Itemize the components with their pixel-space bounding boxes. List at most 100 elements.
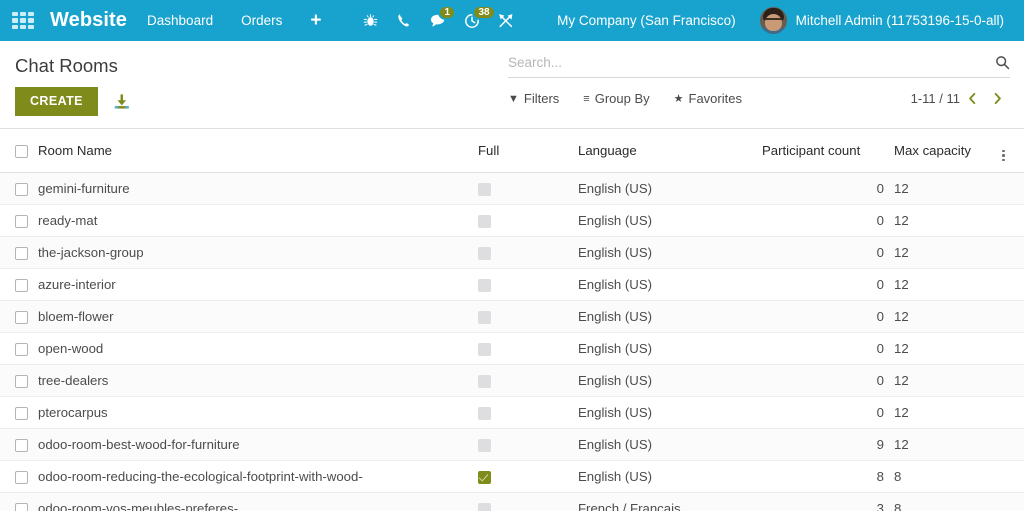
cell-room-name[interactable]: bloem-flower	[38, 301, 478, 333]
full-indicator	[478, 471, 491, 484]
cell-participant-count: 0	[762, 269, 884, 301]
row-checkbox[interactable]	[15, 247, 28, 260]
chevron-left-icon[interactable]	[960, 91, 985, 106]
search-icon[interactable]	[989, 55, 1010, 70]
cell-language: English (US)	[578, 365, 762, 397]
user-menu[interactable]: Mitchell Admin (11753196-15-0-all)	[752, 7, 1010, 34]
cell-max-capacity: 12	[884, 173, 1002, 205]
cell-participant-count: 0	[762, 397, 884, 429]
row-checkbox[interactable]	[15, 407, 28, 420]
import-records-icon[interactable]	[112, 93, 131, 111]
cell-max-capacity: 8	[884, 493, 1002, 511]
column-header-full[interactable]: Full	[478, 129, 578, 173]
cell-spacer	[1002, 269, 1024, 301]
cell-room-name[interactable]: pterocarpus	[38, 397, 478, 429]
cell-language: French / Français	[578, 493, 762, 511]
cell-room-name[interactable]: azure-interior	[38, 269, 478, 301]
cell-full	[478, 237, 578, 269]
cell-room-name[interactable]: open-wood	[38, 333, 478, 365]
row-checkbox[interactable]	[15, 215, 28, 228]
group-by-dropdown[interactable]: ≡ Group By	[583, 91, 649, 106]
filters-dropdown[interactable]: ▼ Filters	[508, 91, 559, 106]
cell-spacer	[1002, 365, 1024, 397]
optional-columns-toggle[interactable]	[1002, 129, 1024, 173]
row-checkbox[interactable]	[15, 183, 28, 196]
cell-participant-count: 9	[762, 429, 884, 461]
cell-room-name[interactable]: odoo-room-vos-meubles-preferes-	[38, 493, 478, 511]
row-checkbox[interactable]	[15, 503, 28, 511]
table-row[interactable]: bloem-flowerEnglish (US)012	[0, 301, 1024, 333]
cell-room-name[interactable]: gemini-furniture	[38, 173, 478, 205]
table-row[interactable]: azure-interiorEnglish (US)012	[0, 269, 1024, 301]
phone-icon[interactable]	[387, 0, 421, 41]
cell-room-name[interactable]: ready-mat	[38, 205, 478, 237]
chevron-right-icon[interactable]	[985, 91, 1010, 106]
activities-clock-icon[interactable]: 38	[455, 0, 489, 41]
row-checkbox[interactable]	[15, 471, 28, 484]
column-header-language[interactable]: Language	[578, 129, 762, 173]
pager-count[interactable]: 1-11 / 11	[911, 91, 960, 106]
cell-full	[478, 493, 578, 511]
row-select-cell	[0, 461, 38, 493]
cell-full	[478, 269, 578, 301]
cell-full	[478, 429, 578, 461]
row-checkbox[interactable]	[15, 375, 28, 388]
brand-website[interactable]: Website	[42, 9, 133, 32]
row-checkbox[interactable]	[15, 343, 28, 356]
top-navbar: Website Dashboard Orders +	[0, 0, 1024, 41]
filters-label: Filters	[524, 91, 559, 106]
cell-language: English (US)	[578, 397, 762, 429]
cell-room-name[interactable]: odoo-room-reducing-the-ecological-footpr…	[38, 461, 478, 493]
table-row[interactable]: open-woodEnglish (US)012	[0, 333, 1024, 365]
cell-participant-count: 0	[762, 301, 884, 333]
table-row[interactable]: ready-matEnglish (US)012	[0, 205, 1024, 237]
apps-grid-icon[interactable]	[12, 12, 34, 29]
nav-new-page-button[interactable]: +	[296, 0, 335, 41]
row-checkbox[interactable]	[15, 439, 28, 452]
search-input[interactable]	[508, 53, 989, 72]
cell-max-capacity: 12	[884, 301, 1002, 333]
cell-participant-count: 0	[762, 365, 884, 397]
cell-full	[478, 205, 578, 237]
table-row[interactable]: pterocarpusEnglish (US)012	[0, 397, 1024, 429]
full-indicator	[478, 375, 491, 388]
cell-room-name[interactable]: odoo-room-best-wood-for-furniture	[38, 429, 478, 461]
column-header-max-capacity[interactable]: Max capacity	[884, 129, 1002, 173]
nav-item-dashboard[interactable]: Dashboard	[133, 0, 227, 41]
row-select-cell	[0, 173, 38, 205]
create-button[interactable]: CREATE	[15, 87, 98, 116]
cell-full	[478, 333, 578, 365]
table-row[interactable]: odoo-room-vos-meubles-preferes- French / …	[0, 493, 1024, 511]
cell-room-name[interactable]: the-jackson-group	[38, 237, 478, 269]
row-select-cell	[0, 205, 38, 237]
messaging-icon[interactable]: 1	[421, 0, 455, 41]
cell-max-capacity: 12	[884, 269, 1002, 301]
column-header-room-name[interactable]: Room Name	[38, 129, 478, 173]
row-checkbox[interactable]	[15, 311, 28, 324]
website-editor-tools-icon[interactable]	[489, 0, 523, 41]
table-row[interactable]: gemini-furnitureEnglish (US)012	[0, 173, 1024, 205]
table-row[interactable]: tree-dealersEnglish (US)012	[0, 365, 1024, 397]
company-switcher[interactable]: My Company (San Francisco)	[541, 13, 752, 28]
column-header-participant-count[interactable]: Participant count	[762, 129, 884, 173]
favorites-label: Favorites	[689, 91, 742, 106]
full-indicator	[478, 439, 491, 452]
select-all-header	[0, 129, 38, 173]
table-row[interactable]: odoo-room-best-wood-for-furnitureEnglish…	[0, 429, 1024, 461]
cell-participant-count: 0	[762, 237, 884, 269]
full-indicator	[478, 343, 491, 356]
row-checkbox[interactable]	[15, 279, 28, 292]
table-row[interactable]: the-jackson-groupEnglish (US)012	[0, 237, 1024, 269]
favorites-dropdown[interactable]: ★ Favorites	[674, 91, 742, 106]
nav-item-orders[interactable]: Orders	[227, 0, 296, 41]
row-select-cell	[0, 333, 38, 365]
cell-room-name[interactable]: tree-dealers	[38, 365, 478, 397]
group-by-bars-icon: ≡	[583, 93, 589, 105]
cell-max-capacity: 12	[884, 237, 1002, 269]
select-all-checkbox[interactable]	[15, 145, 28, 158]
bug-icon[interactable]	[353, 0, 387, 41]
table-row[interactable]: odoo-room-reducing-the-ecological-footpr…	[0, 461, 1024, 493]
searchbar	[508, 53, 1010, 78]
cell-spacer	[1002, 173, 1024, 205]
cell-participant-count: 8	[762, 461, 884, 493]
